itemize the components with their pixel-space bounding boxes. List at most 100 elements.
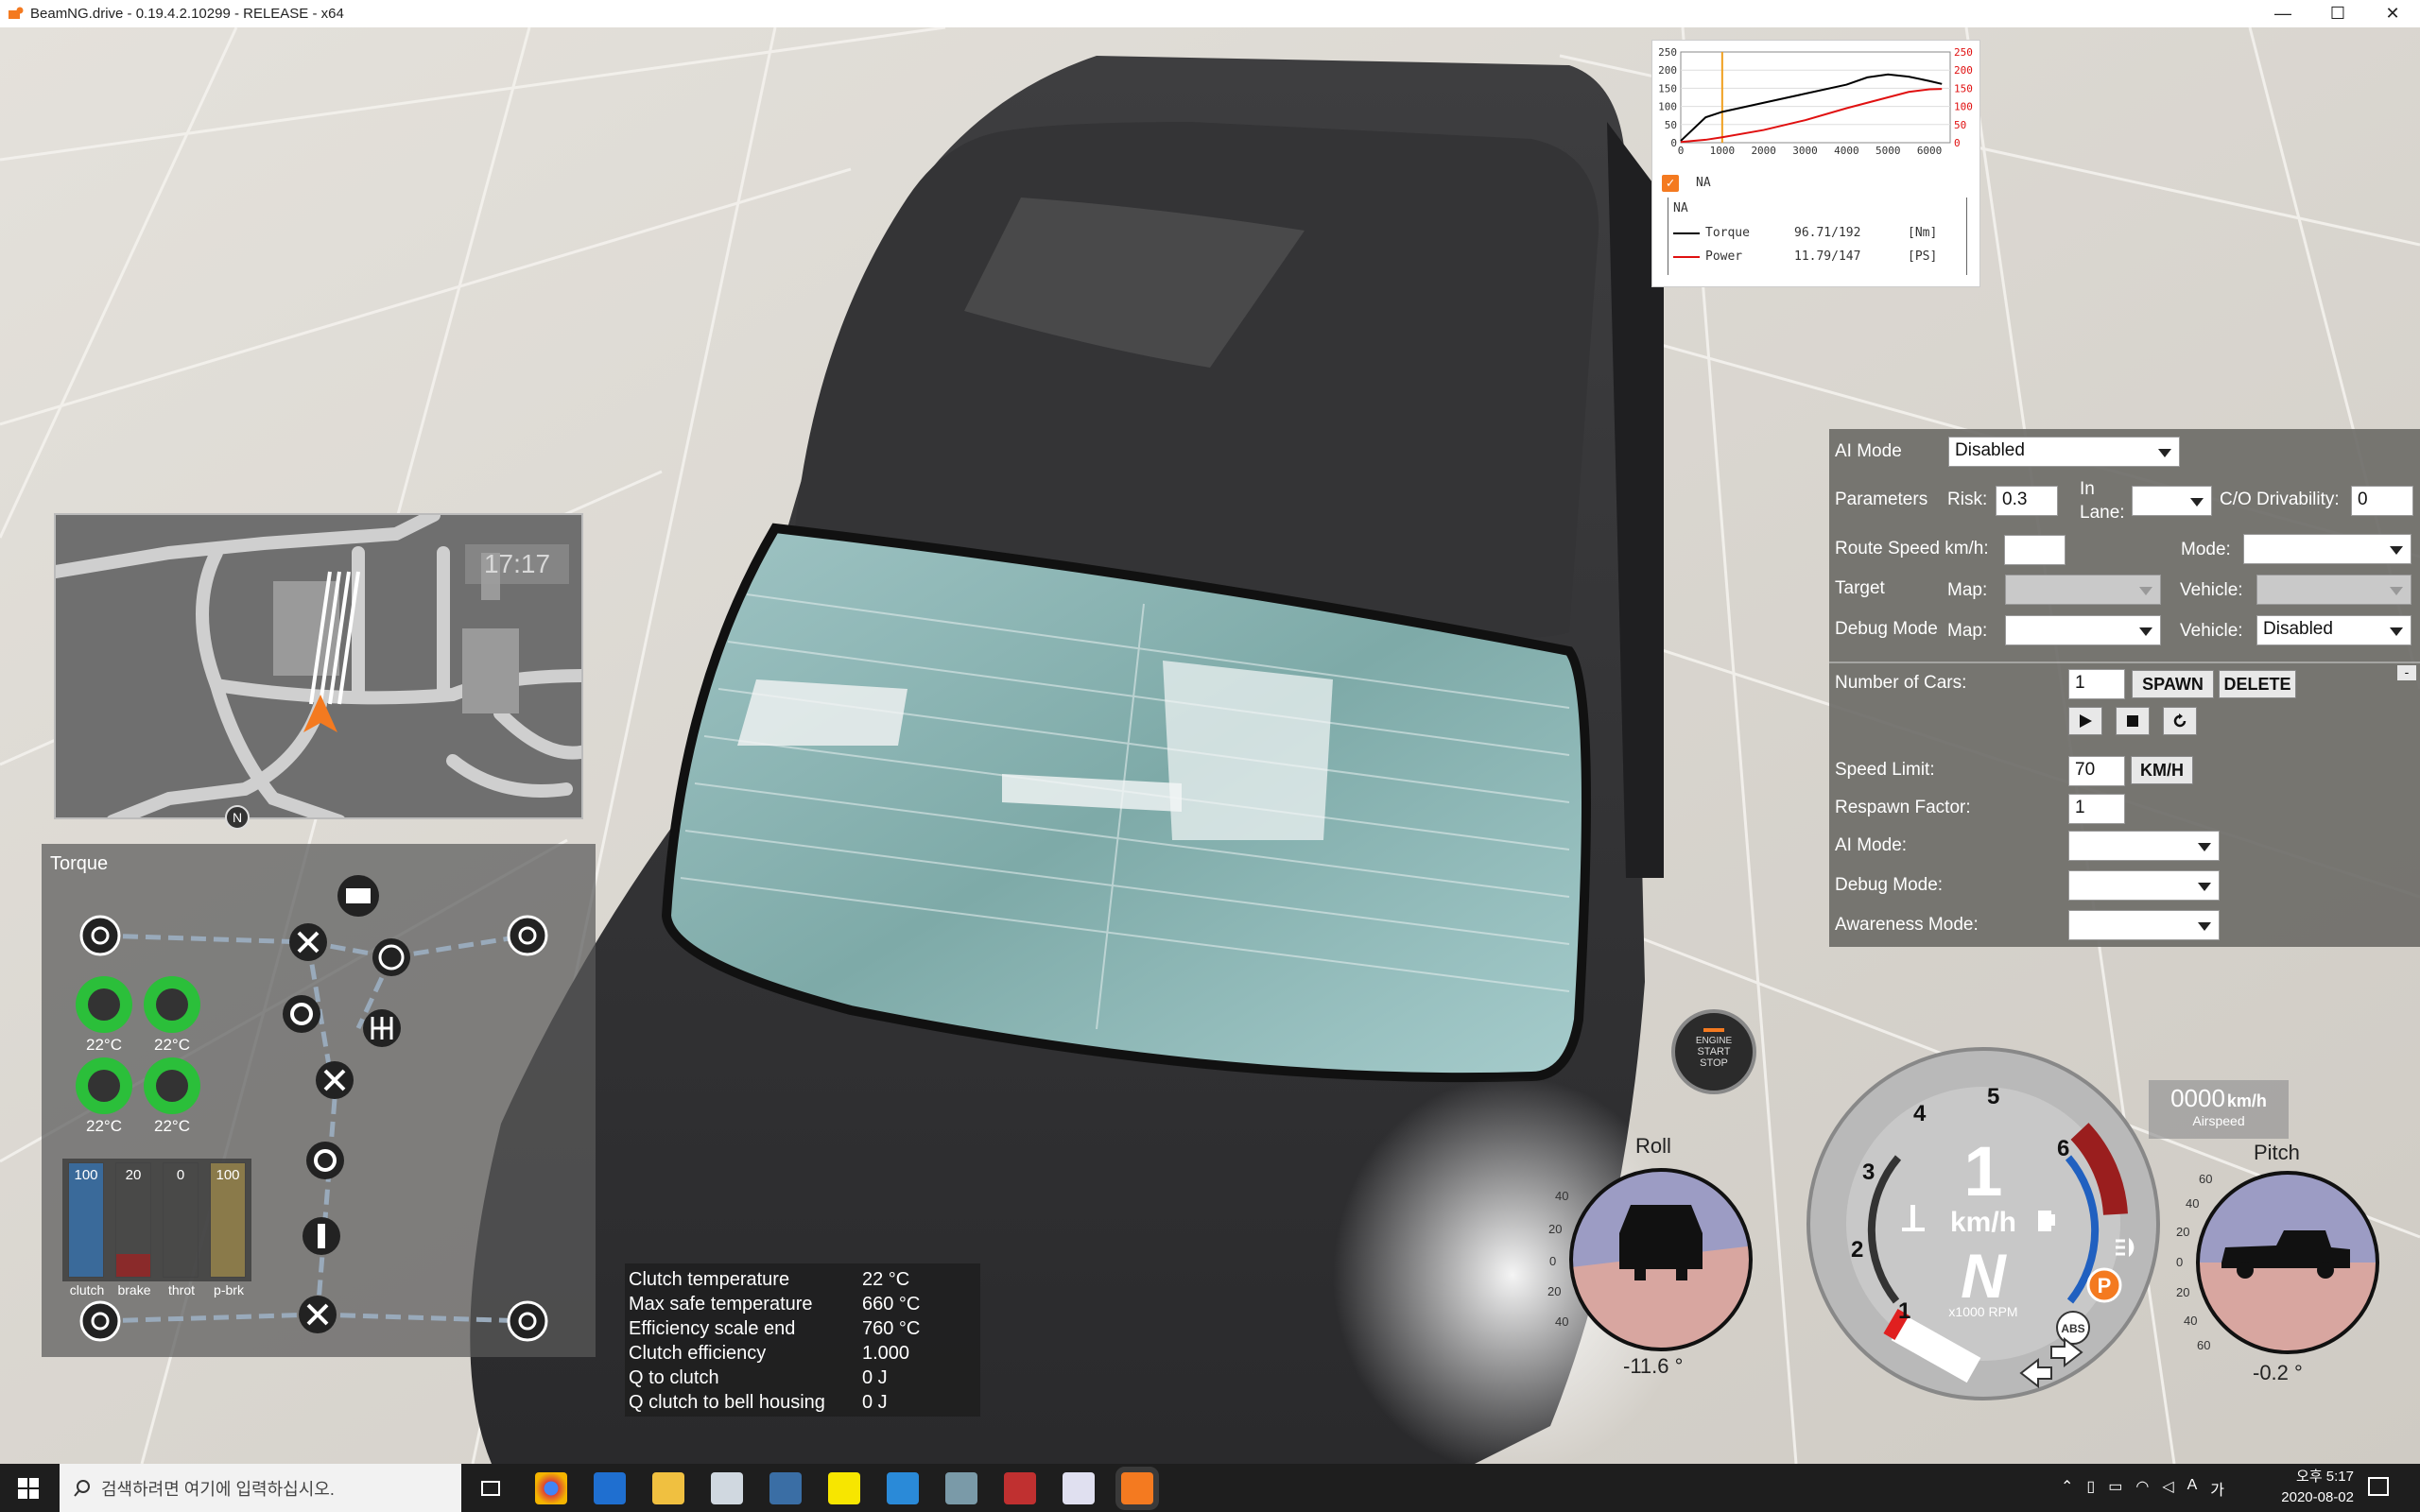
- speed-limit-input[interactable]: 70: [2068, 756, 2125, 786]
- respawn-factor-input[interactable]: 1: [2068, 794, 2125, 824]
- minimize-button[interactable]: —: [2256, 0, 2310, 27]
- center-diff-icon: [316, 1061, 354, 1099]
- stop-button[interactable]: [2116, 707, 2150, 735]
- power-series: [1680, 88, 1943, 144]
- start-button[interactable]: [0, 1464, 57, 1512]
- taskbar-clock[interactable]: 오후 5:17 2020-08-02: [2281, 1467, 2354, 1508]
- vscode-icon[interactable]: [887, 1472, 919, 1504]
- window-title: BeamNG.drive - 0.19.4.2.10299 - RELEASE …: [30, 6, 344, 22]
- debug-vehicle-select[interactable]: Disabled: [2256, 615, 2411, 645]
- front-diff-icon: [289, 923, 327, 961]
- power-legend-unit: [PS]: [1908, 249, 1938, 264]
- target-vehicle-select[interactable]: [2256, 575, 2411, 605]
- pitch-tick: 20: [2176, 1285, 2189, 1299]
- parking-brake-value: 100: [216, 1167, 240, 1183]
- traffic-ai-mode-select[interactable]: [2068, 831, 2220, 861]
- clutch-bar: 100 clutch: [68, 1162, 104, 1297]
- delete-button[interactable]: DELETE: [2219, 670, 2296, 698]
- beamng-app-icon: [9, 7, 24, 19]
- north-indicator: N: [225, 805, 250, 830]
- pedal-bars: 100 clutch 20 brake 0 throt 100 p-brk: [62, 1159, 251, 1297]
- parking-brake-icon: P: [2086, 1267, 2122, 1303]
- rpm-tick: 2: [1851, 1237, 1863, 1263]
- svg-text:ABS: ABS: [2061, 1322, 2084, 1335]
- edge-icon[interactable]: [594, 1472, 626, 1504]
- winrar-icon[interactable]: [1004, 1472, 1036, 1504]
- roll-tick: 0: [1549, 1254, 1556, 1268]
- taskbar-date: 2020-08-02: [2281, 1489, 2354, 1505]
- torque-legend-swatch: [1673, 232, 1700, 234]
- debug-map-select[interactable]: [2005, 615, 2161, 645]
- parking-brake-label: p-brk: [214, 1282, 244, 1297]
- app-icon[interactable]: [945, 1472, 977, 1504]
- traffic-debug-mode-select[interactable]: [2068, 870, 2220, 901]
- roll-tick: 20: [1547, 1284, 1561, 1298]
- ai-mode-select[interactable]: Disabled: [1948, 437, 2180, 467]
- target-label: Target: [1835, 578, 1885, 598]
- wheel-rr-icon: [507, 1300, 548, 1342]
- brake-rr-icon: [144, 1057, 200, 1114]
- notification-icon[interactable]: [2368, 1477, 2389, 1496]
- speed-unit-button[interactable]: KM/H: [2131, 756, 2193, 784]
- route-speed-input[interactable]: [2004, 535, 2066, 565]
- roll-tick: 20: [1548, 1222, 1562, 1236]
- clutch-value: 100: [74, 1167, 98, 1183]
- target-map-select[interactable]: [2005, 575, 2161, 605]
- respawn-factor-label: Respawn Factor:: [1835, 798, 1971, 817]
- mode-select[interactable]: [2243, 534, 2411, 564]
- risk-input[interactable]: 0.3: [1996, 486, 2058, 516]
- brake-bar: 20 brake: [115, 1162, 151, 1297]
- clutch-row: Efficiency scale end 760 °C: [629, 1317, 921, 1339]
- airspeed-unit: km/h: [2226, 1091, 2267, 1110]
- engine-start-stop-button[interactable]: ENGINE START STOP: [1671, 1009, 1756, 1094]
- spawn-button[interactable]: SPAWN: [2132, 670, 2214, 698]
- risk-label: Risk:: [1947, 490, 1988, 509]
- search-placeholder: 검색하려면 여기에 입력하십시오.: [101, 1479, 335, 1499]
- brake-temp-rr: 22°C: [154, 1117, 190, 1135]
- speed-digit: 1: [1963, 1132, 2002, 1211]
- network-icon: ◠: [2135, 1479, 2150, 1495]
- brake-fl-icon: [76, 976, 132, 1033]
- maximize-button[interactable]: ☐: [2310, 0, 2365, 27]
- task-view-icon[interactable]: [475, 1472, 507, 1504]
- python-icon[interactable]: [769, 1472, 802, 1504]
- beamng-taskbar-icon[interactable]: [1121, 1472, 1153, 1504]
- brake-temp-fr: 22°C: [154, 1036, 190, 1054]
- kakaotalk-icon[interactable]: [828, 1472, 860, 1504]
- brake-label: brake: [117, 1282, 151, 1297]
- ime-lang: 가: [2210, 1483, 2225, 1499]
- photos-icon[interactable]: [711, 1472, 743, 1504]
- in-lane-label: In: [2080, 479, 2095, 499]
- drivability-input[interactable]: 0: [2351, 486, 2413, 516]
- taskbar-search-box[interactable]: 검색하려면 여기에 입력하십시오.: [60, 1464, 461, 1512]
- throttle-bar: 0 throt: [163, 1162, 199, 1297]
- reset-button[interactable]: [2163, 707, 2197, 735]
- document-icon[interactable]: [1063, 1472, 1095, 1504]
- close-button[interactable]: ✕: [2365, 0, 2420, 27]
- y-right-tick: 50: [1954, 119, 1966, 131]
- transfer-clutch-icon: [306, 1142, 344, 1179]
- chrome-icon[interactable]: [535, 1472, 567, 1504]
- pitch-tick: 40: [2186, 1196, 2199, 1211]
- in-lane-select[interactable]: [2132, 486, 2212, 516]
- config-name: NA: [1673, 201, 1688, 215]
- pitch-gauge: 6040 200 2040 60: [2176, 1171, 2379, 1354]
- wheel-fr-icon: [507, 915, 548, 956]
- play-icon: [2080, 714, 2092, 728]
- num-cars-input[interactable]: 1: [2068, 669, 2125, 699]
- awareness-mode-select[interactable]: [2068, 910, 2220, 940]
- in-lane-label-2: Lane:: [2080, 503, 2125, 523]
- collapse-button[interactable]: -: [2397, 665, 2416, 680]
- power-legend-swatch: [1673, 256, 1700, 258]
- clutch-icon: [283, 995, 320, 1033]
- rpm-label: x1000 RPM: [1948, 1304, 2017, 1319]
- y-right-tick: 0: [1954, 137, 1961, 149]
- na-checkbox[interactable]: ✓: [1662, 175, 1679, 192]
- clutch-label: clutch: [69, 1282, 105, 1297]
- pitch-tick: 40: [2184, 1314, 2197, 1328]
- engine-indicator-icon: [1703, 1028, 1724, 1032]
- play-button[interactable]: [2068, 707, 2102, 735]
- roll-label: Roll: [1635, 1134, 1671, 1158]
- ai-mode-label: AI Mode: [1835, 441, 1902, 461]
- file-explorer-icon[interactable]: [652, 1472, 684, 1504]
